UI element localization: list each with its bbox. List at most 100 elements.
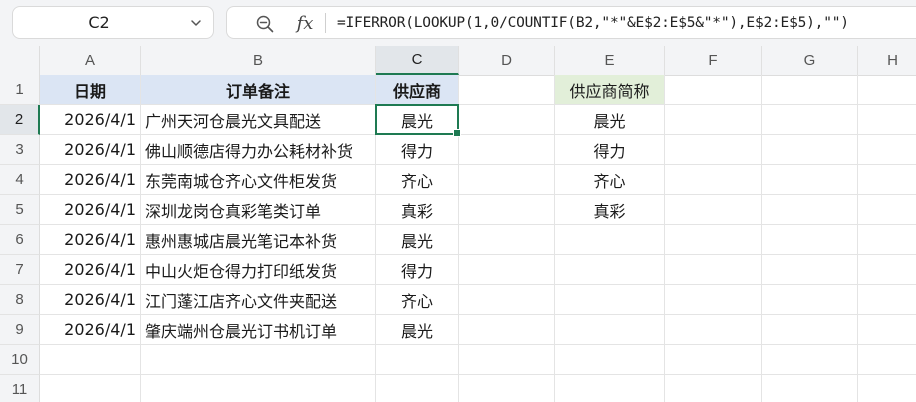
cell-d8[interactable]: [459, 285, 555, 315]
cell-a10[interactable]: [40, 345, 141, 375]
cell-c9[interactable]: 晨光: [376, 315, 459, 345]
cell-b8[interactable]: 江门蓬江店齐心文件夹配送: [141, 285, 376, 315]
cell-c3[interactable]: 得力: [376, 135, 459, 165]
cell-g1[interactable]: [762, 75, 858, 105]
cell-e7[interactable]: [555, 255, 665, 285]
cell-b1[interactable]: 订单备注: [141, 75, 376, 105]
cell-e11[interactable]: [555, 375, 665, 402]
cell-a1[interactable]: 日期: [40, 75, 141, 105]
cell-b2[interactable]: 广州天河仓晨光文具配送: [141, 105, 376, 135]
row-header-7[interactable]: 7: [0, 255, 40, 285]
cell-e8[interactable]: [555, 285, 665, 315]
cell-b7[interactable]: 中山火炬仓得力打印纸发货: [141, 255, 376, 285]
cell-b6[interactable]: 惠州惠城店晨光笔记本补货: [141, 225, 376, 255]
cell-d1[interactable]: [459, 75, 555, 105]
cell-f10[interactable]: [665, 345, 762, 375]
cell-b9[interactable]: 肇庆端州仓晨光订书机订单: [141, 315, 376, 345]
cell-f9[interactable]: [665, 315, 762, 345]
name-box[interactable]: C2: [12, 6, 214, 39]
cell-g6[interactable]: [762, 225, 858, 255]
row-header-8[interactable]: 8: [0, 285, 40, 315]
row-header-3[interactable]: 3: [0, 135, 40, 165]
column-header-b[interactable]: B: [141, 46, 376, 75]
cell-d11[interactable]: [459, 375, 555, 402]
row-header-1[interactable]: 1: [0, 75, 40, 105]
cell-d4[interactable]: [459, 165, 555, 195]
cell-h8[interactable]: [858, 285, 916, 315]
cell-a7[interactable]: 2026/4/1: [40, 255, 141, 285]
cell-c2[interactable]: 晨光: [376, 105, 459, 135]
column-header-a[interactable]: A: [40, 46, 141, 75]
cell-c7[interactable]: 得力: [376, 255, 459, 285]
select-all-corner[interactable]: [0, 46, 40, 75]
cell-g3[interactable]: [762, 135, 858, 165]
formula-input-area[interactable]: fx =IFERROR(LOOKUP(1,0/COUNTIF(B2,"*"&E$…: [226, 6, 916, 39]
row-header-4[interactable]: 4: [0, 165, 40, 195]
column-header-d[interactable]: D: [459, 46, 555, 75]
row-header-6[interactable]: 6: [0, 225, 40, 255]
cell-g10[interactable]: [762, 345, 858, 375]
row-header-5[interactable]: 5: [0, 195, 40, 225]
cell-d3[interactable]: [459, 135, 555, 165]
cell-g8[interactable]: [762, 285, 858, 315]
cell-f3[interactable]: [665, 135, 762, 165]
cell-h10[interactable]: [858, 345, 916, 375]
row-header-2[interactable]: 2: [0, 105, 40, 135]
cell-c11[interactable]: [376, 375, 459, 402]
cell-f4[interactable]: [665, 165, 762, 195]
cell-b4[interactable]: 东莞南城仓齐心文件柜发货: [141, 165, 376, 195]
cell-a11[interactable]: [40, 375, 141, 402]
name-box-value[interactable]: C2: [13, 7, 185, 38]
cell-c5[interactable]: 真彩: [376, 195, 459, 225]
cell-a5[interactable]: 2026/4/1: [40, 195, 141, 225]
cell-d6[interactable]: [459, 225, 555, 255]
cell-b3[interactable]: 佛山顺德店得力办公耗材补货: [141, 135, 376, 165]
cell-d7[interactable]: [459, 255, 555, 285]
column-header-c[interactable]: C: [376, 46, 459, 75]
cell-h2[interactable]: [858, 105, 916, 135]
cell-e3[interactable]: 得力: [555, 135, 665, 165]
cell-h5[interactable]: [858, 195, 916, 225]
cell-d5[interactable]: [459, 195, 555, 225]
cell-h1[interactable]: [858, 75, 916, 105]
cell-a3[interactable]: 2026/4/1: [40, 135, 141, 165]
cell-e9[interactable]: [555, 315, 665, 345]
chevron-down-icon[interactable]: [189, 16, 203, 30]
cell-h11[interactable]: [858, 375, 916, 402]
function-icon[interactable]: fx: [293, 10, 317, 36]
zoom-search-icon[interactable]: [255, 14, 275, 34]
column-header-h[interactable]: H: [858, 46, 916, 75]
cell-h6[interactable]: [858, 225, 916, 255]
cell-a8[interactable]: 2026/4/1: [40, 285, 141, 315]
cell-g2[interactable]: [762, 105, 858, 135]
cell-g11[interactable]: [762, 375, 858, 402]
cell-h4[interactable]: [858, 165, 916, 195]
cell-f7[interactable]: [665, 255, 762, 285]
row-header-11[interactable]: 11: [0, 375, 40, 402]
cell-d9[interactable]: [459, 315, 555, 345]
cell-c8[interactable]: 齐心: [376, 285, 459, 315]
column-header-g[interactable]: G: [762, 46, 858, 75]
cell-a6[interactable]: 2026/4/1: [40, 225, 141, 255]
cell-f8[interactable]: [665, 285, 762, 315]
cell-c1[interactable]: 供应商: [376, 75, 459, 105]
column-header-f[interactable]: F: [665, 46, 762, 75]
cell-e10[interactable]: [555, 345, 665, 375]
cell-g9[interactable]: [762, 315, 858, 345]
cell-h7[interactable]: [858, 255, 916, 285]
cell-b5[interactable]: 深圳龙岗仓真彩笔类订单: [141, 195, 376, 225]
cell-g4[interactable]: [762, 165, 858, 195]
cell-e6[interactable]: [555, 225, 665, 255]
cell-e2[interactable]: 晨光: [555, 105, 665, 135]
cell-e5[interactable]: 真彩: [555, 195, 665, 225]
cell-e1[interactable]: 供应商简称: [555, 75, 665, 105]
cell-f2[interactable]: [665, 105, 762, 135]
cell-a4[interactable]: 2026/4/1: [40, 165, 141, 195]
cell-b11[interactable]: [141, 375, 376, 402]
cell-c10[interactable]: [376, 345, 459, 375]
cell-e4[interactable]: 齐心: [555, 165, 665, 195]
cell-c4[interactable]: 齐心: [376, 165, 459, 195]
row-header-10[interactable]: 10: [0, 345, 40, 375]
cell-g5[interactable]: [762, 195, 858, 225]
cell-f5[interactable]: [665, 195, 762, 225]
